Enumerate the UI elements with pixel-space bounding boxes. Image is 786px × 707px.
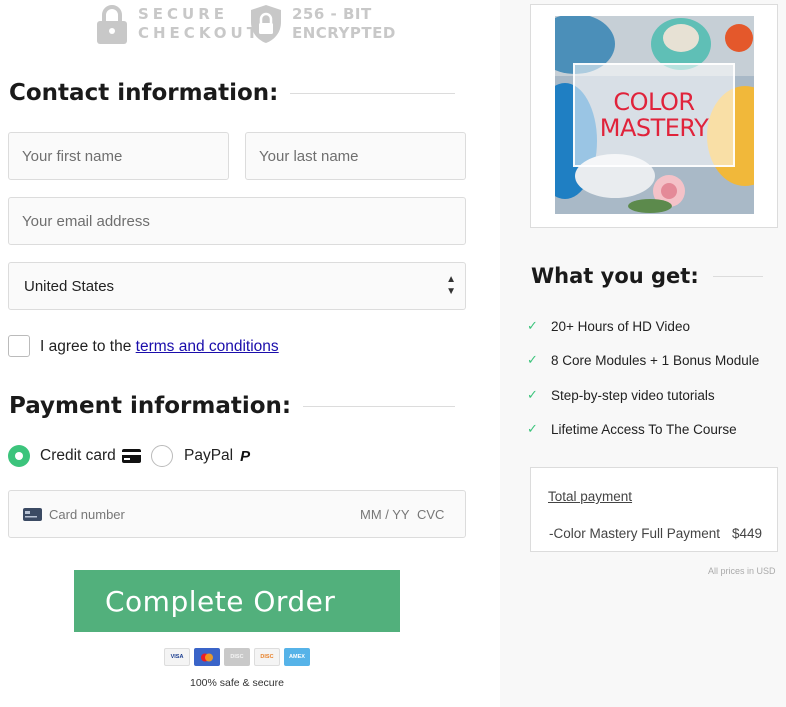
cvc-placeholder: CVC bbox=[417, 507, 445, 522]
terms-agreement: I agree to the terms and conditions bbox=[40, 338, 279, 356]
expiry-placeholder: MM / YY bbox=[360, 507, 410, 522]
feature-item: ✓ Step-by-step video tutorials bbox=[527, 387, 715, 403]
terms-link[interactable]: terms and conditions bbox=[136, 338, 279, 355]
safe-secure-text: 100% safe & secure bbox=[190, 677, 284, 689]
product-title-frame: COLOR MASTERY bbox=[573, 63, 735, 167]
last-name-input[interactable] bbox=[259, 147, 465, 165]
checkout-form-panel: SECURE CHECKOUT 256 - BIT ENCRYPTED Cont… bbox=[0, 0, 500, 707]
credit-card-radio[interactable] bbox=[8, 445, 30, 467]
total-payment-label: Total payment bbox=[548, 489, 633, 504]
card-number-field[interactable]: Card number MM / YY CVC bbox=[8, 490, 466, 538]
visa-icon: VISA bbox=[164, 648, 190, 666]
product-image: COLOR MASTERY bbox=[555, 16, 754, 214]
currency-note: All prices in USD bbox=[708, 566, 776, 576]
email-input[interactable] bbox=[22, 212, 465, 230]
contact-section-title: Contact information: bbox=[9, 80, 456, 106]
feature-text: 8 Core Modules + 1 Bonus Module bbox=[551, 352, 760, 368]
payment-section-title: Payment information: bbox=[9, 393, 456, 419]
product-card: COLOR MASTERY bbox=[530, 4, 778, 228]
card-number-placeholder: Card number bbox=[49, 507, 125, 522]
credit-card-label: Credit card bbox=[40, 447, 116, 464]
first-name-input[interactable] bbox=[22, 147, 228, 165]
product-title-line1: COLOR bbox=[613, 88, 695, 116]
title-divider bbox=[712, 275, 763, 277]
credit-card-icon bbox=[121, 449, 141, 463]
paypal-label: PayPal bbox=[184, 447, 234, 464]
title-divider bbox=[303, 405, 456, 407]
shield-lock-icon bbox=[251, 5, 281, 43]
encrypted-text: ENCRYPTED bbox=[292, 24, 396, 42]
secure-checkout-badge: SECURE CHECKOUT bbox=[96, 4, 261, 44]
bit-text: 256 - BIT bbox=[292, 5, 372, 23]
check-icon: ✓ bbox=[527, 387, 538, 402]
line-item-price: $449 bbox=[731, 526, 762, 541]
card-icon bbox=[23, 508, 42, 521]
feature-text: Lifetime Access To The Course bbox=[551, 421, 737, 437]
paypal-icon: P bbox=[240, 447, 251, 465]
feature-item: ✓ 8 Core Modules + 1 Bonus Module bbox=[527, 352, 759, 368]
paypal-radio[interactable] bbox=[151, 445, 173, 467]
lock-icon bbox=[97, 5, 127, 44]
credit-card-option[interactable]: Credit card bbox=[40, 447, 141, 465]
card-brand-icons: VISA DISC DISC AMEX bbox=[164, 648, 310, 666]
feature-item: ✓ 20+ Hours of HD Video bbox=[527, 318, 690, 334]
feature-text: Step-by-step video tutorials bbox=[551, 387, 715, 403]
line-item-label: -Color Mastery Full Payment bbox=[549, 526, 721, 541]
last-name-field[interactable] bbox=[245, 132, 466, 180]
title-divider bbox=[290, 92, 456, 94]
check-icon: ✓ bbox=[527, 352, 538, 367]
complete-order-button[interactable]: Complete Order bbox=[74, 570, 400, 632]
checkout-text: CHECKOUT bbox=[138, 24, 261, 42]
encrypted-badge: 256 - BIT ENCRYPTED bbox=[250, 4, 396, 44]
select-arrows-icon: ▲ ▼ bbox=[446, 274, 456, 297]
product-title-line2: MASTERY bbox=[599, 114, 709, 142]
mastercard-icon bbox=[194, 648, 220, 666]
email-field[interactable] bbox=[8, 197, 466, 245]
terms-checkbox[interactable] bbox=[8, 335, 30, 357]
check-icon: ✓ bbox=[527, 318, 538, 333]
discover-alt-icon: DISC bbox=[254, 648, 280, 666]
what-you-get-title: What you get: bbox=[531, 264, 763, 288]
check-icon: ✓ bbox=[527, 421, 538, 436]
secure-text: SECURE bbox=[138, 5, 229, 23]
first-name-field[interactable] bbox=[8, 132, 229, 180]
feature-item: ✓ Lifetime Access To The Course bbox=[527, 421, 737, 437]
agree-text: I agree to the bbox=[40, 338, 132, 355]
country-value: United States bbox=[24, 277, 115, 295]
country-select[interactable]: United States ▲ ▼ bbox=[8, 262, 466, 310]
paypal-option[interactable]: PayPal P bbox=[184, 447, 250, 465]
discover-icon: DISC bbox=[224, 648, 250, 666]
feature-text: 20+ Hours of HD Video bbox=[551, 318, 690, 334]
total-payment-box: Total payment -Color Mastery Full Paymen… bbox=[530, 467, 778, 552]
amex-icon: AMEX bbox=[284, 648, 310, 666]
